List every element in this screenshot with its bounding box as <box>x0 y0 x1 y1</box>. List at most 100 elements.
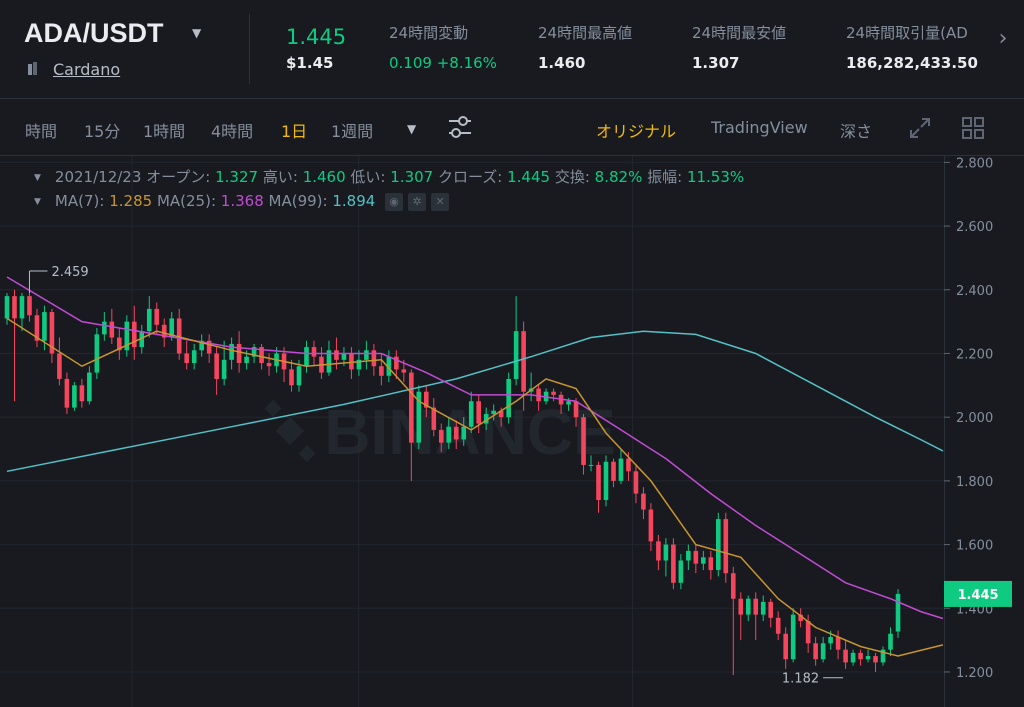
eye-icon[interactable]: ◉ <box>385 192 404 211</box>
candle-up <box>461 426 467 440</box>
ma7-line <box>6 317 944 657</box>
coin-name-link[interactable]: Cardano <box>53 60 120 79</box>
candle-down <box>596 464 601 500</box>
pair-dropdown-icon[interactable]: ▼ <box>192 26 201 40</box>
interval-4h[interactable]: 4時間 <box>211 118 253 142</box>
candle-down <box>723 519 729 574</box>
stat-24h-low: 24時間最安値 1.307 <box>692 22 786 72</box>
candle-down <box>873 656 878 663</box>
candle-down <box>783 633 788 660</box>
candle-down <box>536 388 541 402</box>
ma7-label: MA(7): <box>54 192 105 210</box>
candle-down <box>611 461 616 481</box>
candle-down <box>573 401 579 418</box>
collapse-triangle-icon[interactable]: ▼ <box>34 197 41 207</box>
stat-value: 186,282,433.50 <box>846 54 978 72</box>
change-label: 交換: <box>554 168 590 186</box>
candle-up <box>42 312 47 341</box>
y-tick-label: 2.000 <box>956 411 993 426</box>
header-divider <box>249 14 250 84</box>
low-value: 1.307 <box>390 168 434 186</box>
candle-up <box>850 652 856 663</box>
candle-up <box>745 598 751 615</box>
candle-up <box>244 356 249 364</box>
stat-label: 24時間取引量(AD <box>846 24 968 42</box>
interval-15m[interactable]: 15分 <box>84 118 120 142</box>
candle-up <box>895 593 901 632</box>
candle-up <box>102 321 107 335</box>
high-label: 高い: <box>262 168 298 186</box>
candle-down <box>633 471 639 494</box>
ma25-value: 1.368 <box>220 192 264 210</box>
candle-up <box>716 519 721 571</box>
close-label: クローズ: <box>438 168 503 186</box>
candle-down <box>131 321 137 348</box>
candle-up <box>304 347 309 367</box>
ohlc-date: 2021/12/23 <box>54 168 142 186</box>
candle-up <box>491 410 496 414</box>
interval-time[interactable]: 時間 <box>25 118 57 142</box>
candle-down <box>214 353 219 379</box>
candle-up <box>790 614 796 660</box>
candle-down <box>730 573 736 599</box>
interval-1w[interactable]: 1週間 <box>331 118 373 142</box>
view-tradingview[interactable]: TradingView <box>711 118 808 137</box>
candle-up <box>446 426 452 443</box>
candle-down <box>708 557 714 571</box>
last-price-usd: $1.45 <box>286 54 334 72</box>
interval-1h[interactable]: 1時間 <box>143 118 185 142</box>
stat-24h-high: 24時間最高値 1.460 <box>538 22 632 72</box>
candle-up <box>513 331 519 379</box>
pair-title[interactable]: ADA/USDT <box>24 18 164 49</box>
ma25-label: MA(25): <box>156 192 217 210</box>
candle-down <box>641 493 646 510</box>
y-tick-label: 1.200 <box>956 666 993 681</box>
candle-down <box>409 372 414 443</box>
candlestick-chart[interactable]: BINANCE 2.800 2.600 2.400 2.200 2.000 1.800 1.… <box>0 156 1024 707</box>
y-tick-label: 1.600 <box>956 539 993 554</box>
close-icon[interactable]: ✕ <box>431 192 450 211</box>
candle-down <box>476 401 482 424</box>
candle-up <box>296 366 302 386</box>
candle-down <box>858 652 863 660</box>
gear-icon[interactable]: ✲ <box>408 192 427 211</box>
watermark-logo-left <box>264 399 282 417</box>
candle-up <box>701 557 706 564</box>
y-tick-label: 2.800 <box>956 156 993 171</box>
ohlc-info-row: ▼ 2021/12/23 オープン: 1.327 高い: 1.460 低い: 1.… <box>34 166 744 187</box>
candle-up <box>87 372 92 402</box>
candle-down <box>184 353 189 364</box>
candle-up <box>4 296 10 319</box>
candle-down <box>626 458 631 472</box>
last-price: 1.445 <box>286 25 347 49</box>
candle-down <box>289 369 294 386</box>
candle-up <box>820 643 826 660</box>
indicator-settings-icon[interactable] <box>447 115 473 139</box>
candle-down <box>64 378 70 408</box>
stat-value: 0.109 +8.16% <box>389 54 497 72</box>
stat-value: 1.307 <box>692 54 740 72</box>
candle-up <box>603 461 609 500</box>
view-depth[interactable]: 深さ <box>840 118 872 142</box>
chevron-right-icon[interactable]: › <box>988 26 1018 60</box>
close-value: 1.445 <box>507 168 551 186</box>
change-value: 8.82% <box>594 168 643 186</box>
candle-down <box>334 350 339 360</box>
fullscreen-icon[interactable] <box>908 116 932 140</box>
view-original[interactable]: オリジナル <box>596 118 676 142</box>
candle-up <box>191 350 197 364</box>
interval-1d[interactable]: 1日 <box>281 118 307 142</box>
stat-label: 24時間変動 <box>389 24 469 42</box>
more-intervals-icon[interactable]: ▼ <box>407 122 416 136</box>
candle-up <box>146 308 152 332</box>
layout-grid-icon[interactable] <box>961 116 985 140</box>
candle-up <box>566 401 571 405</box>
amplitude-label: 振幅: <box>647 168 683 186</box>
watermark-logo-right <box>298 445 316 463</box>
low-marker-label: 1.182 <box>782 672 819 687</box>
candle-down <box>775 617 781 634</box>
collapse-triangle-icon[interactable]: ▼ <box>34 173 41 183</box>
candle-down <box>236 343 242 364</box>
candle-up <box>686 550 691 561</box>
ma99-value: 1.894 <box>332 192 376 210</box>
